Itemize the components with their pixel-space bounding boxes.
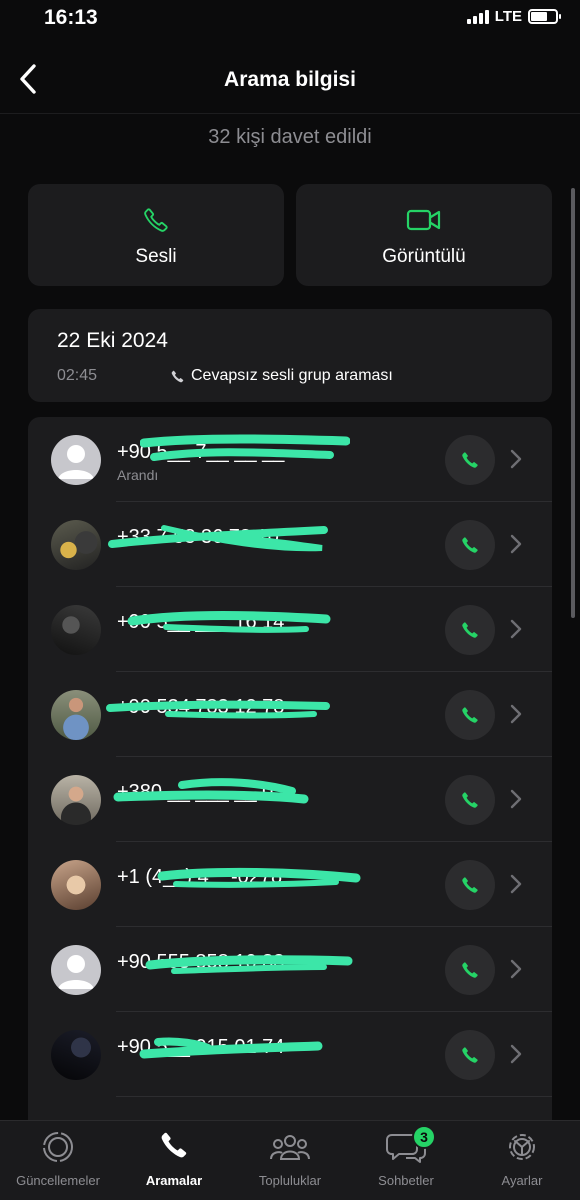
video-call-label: Görüntülü [382, 246, 466, 267]
photo-avatar [51, 605, 101, 655]
tab-communities-label: Topluluklar [258, 1173, 322, 1188]
participant-row[interactable]: +90 5__ ___ 16 14 [28, 587, 552, 672]
participant-phone: +90 555 858 10 83 [117, 951, 285, 973]
call-time: 02:45 [57, 367, 98, 384]
communities-icon [270, 1135, 310, 1160]
call-info-card: 22 Eki 2024 02:45 Cevapsız sesli grup ar… [28, 309, 552, 402]
photo-avatar [51, 860, 101, 910]
tab-calls-label: Aramalar [145, 1173, 203, 1188]
participant-row[interactable]: +90 5__ 015 01 74 [28, 1012, 552, 1097]
chevron-right-icon[interactable] [509, 1042, 523, 1066]
call-type-label: Cevapsız sesli grup araması [191, 367, 393, 384]
call-participant-button[interactable] [445, 1030, 495, 1080]
battery-icon [528, 9, 561, 24]
participant-phone: +380 __ ___ __ 0 [117, 781, 274, 803]
tab-settings-label: Ayarlar [501, 1173, 543, 1188]
call-participant-button[interactable] [445, 605, 495, 655]
tab-updates-label: Güncellemeler [16, 1173, 100, 1188]
video-camera-icon [406, 209, 441, 231]
settings-icon [509, 1134, 535, 1160]
participant-phone: +90 5__ 015 01 74 [117, 1036, 285, 1058]
voice-call-label: Sesli [135, 246, 177, 267]
photo-avatar [51, 520, 101, 570]
call-date: 22 Eki 2024 [57, 329, 168, 352]
participant-phone: +1 (4__) 4__-0278 [117, 866, 283, 888]
phone-icon [144, 208, 168, 232]
participant-row[interactable]: +1 (4__) 4__-0278 [28, 842, 552, 927]
scroll-indicator[interactable] [571, 188, 575, 618]
phone-icon [462, 537, 478, 553]
call-type: Cevapsız sesli grup araması [170, 367, 393, 385]
tab-settings[interactable]: Ayarlar [464, 1121, 580, 1200]
participants-list: +90 5__ 7__ __ __ Arandı +33 7 58 36 73 … [28, 417, 552, 1137]
status-bar: 16:13 LTE [0, 0, 580, 40]
participant-row[interactable]: +90 534 783 12 78 [28, 672, 552, 757]
participant-status: Arandı [117, 467, 159, 483]
network-type: LTE [494, 8, 522, 25]
status-indicators: LTE [466, 8, 561, 25]
phone-icon [462, 877, 478, 893]
chevron-right-icon[interactable] [509, 532, 523, 556]
participant-phone: +90 5__ 7__ __ __ [117, 441, 285, 463]
call-participant-button[interactable] [445, 520, 495, 570]
phone-icon [462, 792, 478, 808]
phone-icon [462, 452, 478, 468]
participant-row[interactable]: +33 7 58 36 73 10 [28, 502, 552, 587]
tab-calls[interactable]: Aramalar [116, 1121, 232, 1200]
participant-phone: +90 534 783 12 78 [117, 696, 285, 718]
phone-icon [462, 962, 478, 978]
small-phone-icon [171, 370, 184, 382]
call-participant-button[interactable] [445, 690, 495, 740]
participant-phone: +90 5__ ___ 16 14 [117, 611, 285, 633]
tab-communities[interactable]: Topluluklar [232, 1121, 348, 1200]
photo-avatar [51, 690, 101, 740]
call-participant-button[interactable] [445, 775, 495, 825]
voice-call-button[interactable]: Sesli [28, 184, 284, 286]
tab-chats-label: Sohbetler [378, 1173, 434, 1188]
unread-badge: 3 [412, 1125, 436, 1149]
participant-row[interactable]: +90 5__ 7__ __ __ Arandı [28, 417, 552, 502]
invited-count: 32 kişi davet edildi [208, 126, 372, 148]
video-call-button[interactable]: Görüntülü [296, 184, 552, 286]
default-avatar [51, 435, 101, 485]
phone-icon [462, 622, 478, 638]
photo-avatar [51, 1030, 101, 1080]
phone-icon [161, 1132, 187, 1158]
call-participant-button[interactable] [445, 435, 495, 485]
tab-chats[interactable]: 3 Sohbetler [348, 1121, 464, 1200]
photo-avatar [51, 775, 101, 825]
phone-icon [462, 1047, 478, 1063]
chevron-right-icon[interactable] [509, 447, 523, 471]
signal-icon [466, 9, 489, 24]
participant-phone: +33 7 58 36 73 10 [117, 526, 279, 548]
participant-row[interactable]: +380 __ ___ __ 0 [28, 757, 552, 842]
page-title: Arama bilgisi [224, 68, 356, 91]
updates-icon [43, 1132, 73, 1162]
chevron-right-icon[interactable] [509, 702, 523, 726]
default-avatar [51, 945, 101, 995]
call-participant-button[interactable] [445, 945, 495, 995]
tab-bar: Güncellemeler Aramalar Topluluklar 3 Soh… [0, 1120, 580, 1200]
navigation-bar: Arama bilgisi [0, 40, 580, 114]
chevron-right-icon[interactable] [509, 957, 523, 981]
chevron-right-icon[interactable] [509, 617, 523, 641]
chevron-right-icon[interactable] [509, 872, 523, 896]
participant-row[interactable]: +90 555 858 10 83 [28, 927, 552, 1012]
call-participant-button[interactable] [445, 860, 495, 910]
phone-icon [462, 707, 478, 723]
tab-updates[interactable]: Güncellemeler [0, 1121, 116, 1200]
chevron-right-icon[interactable] [509, 787, 523, 811]
status-time: 16:13 [44, 6, 98, 29]
